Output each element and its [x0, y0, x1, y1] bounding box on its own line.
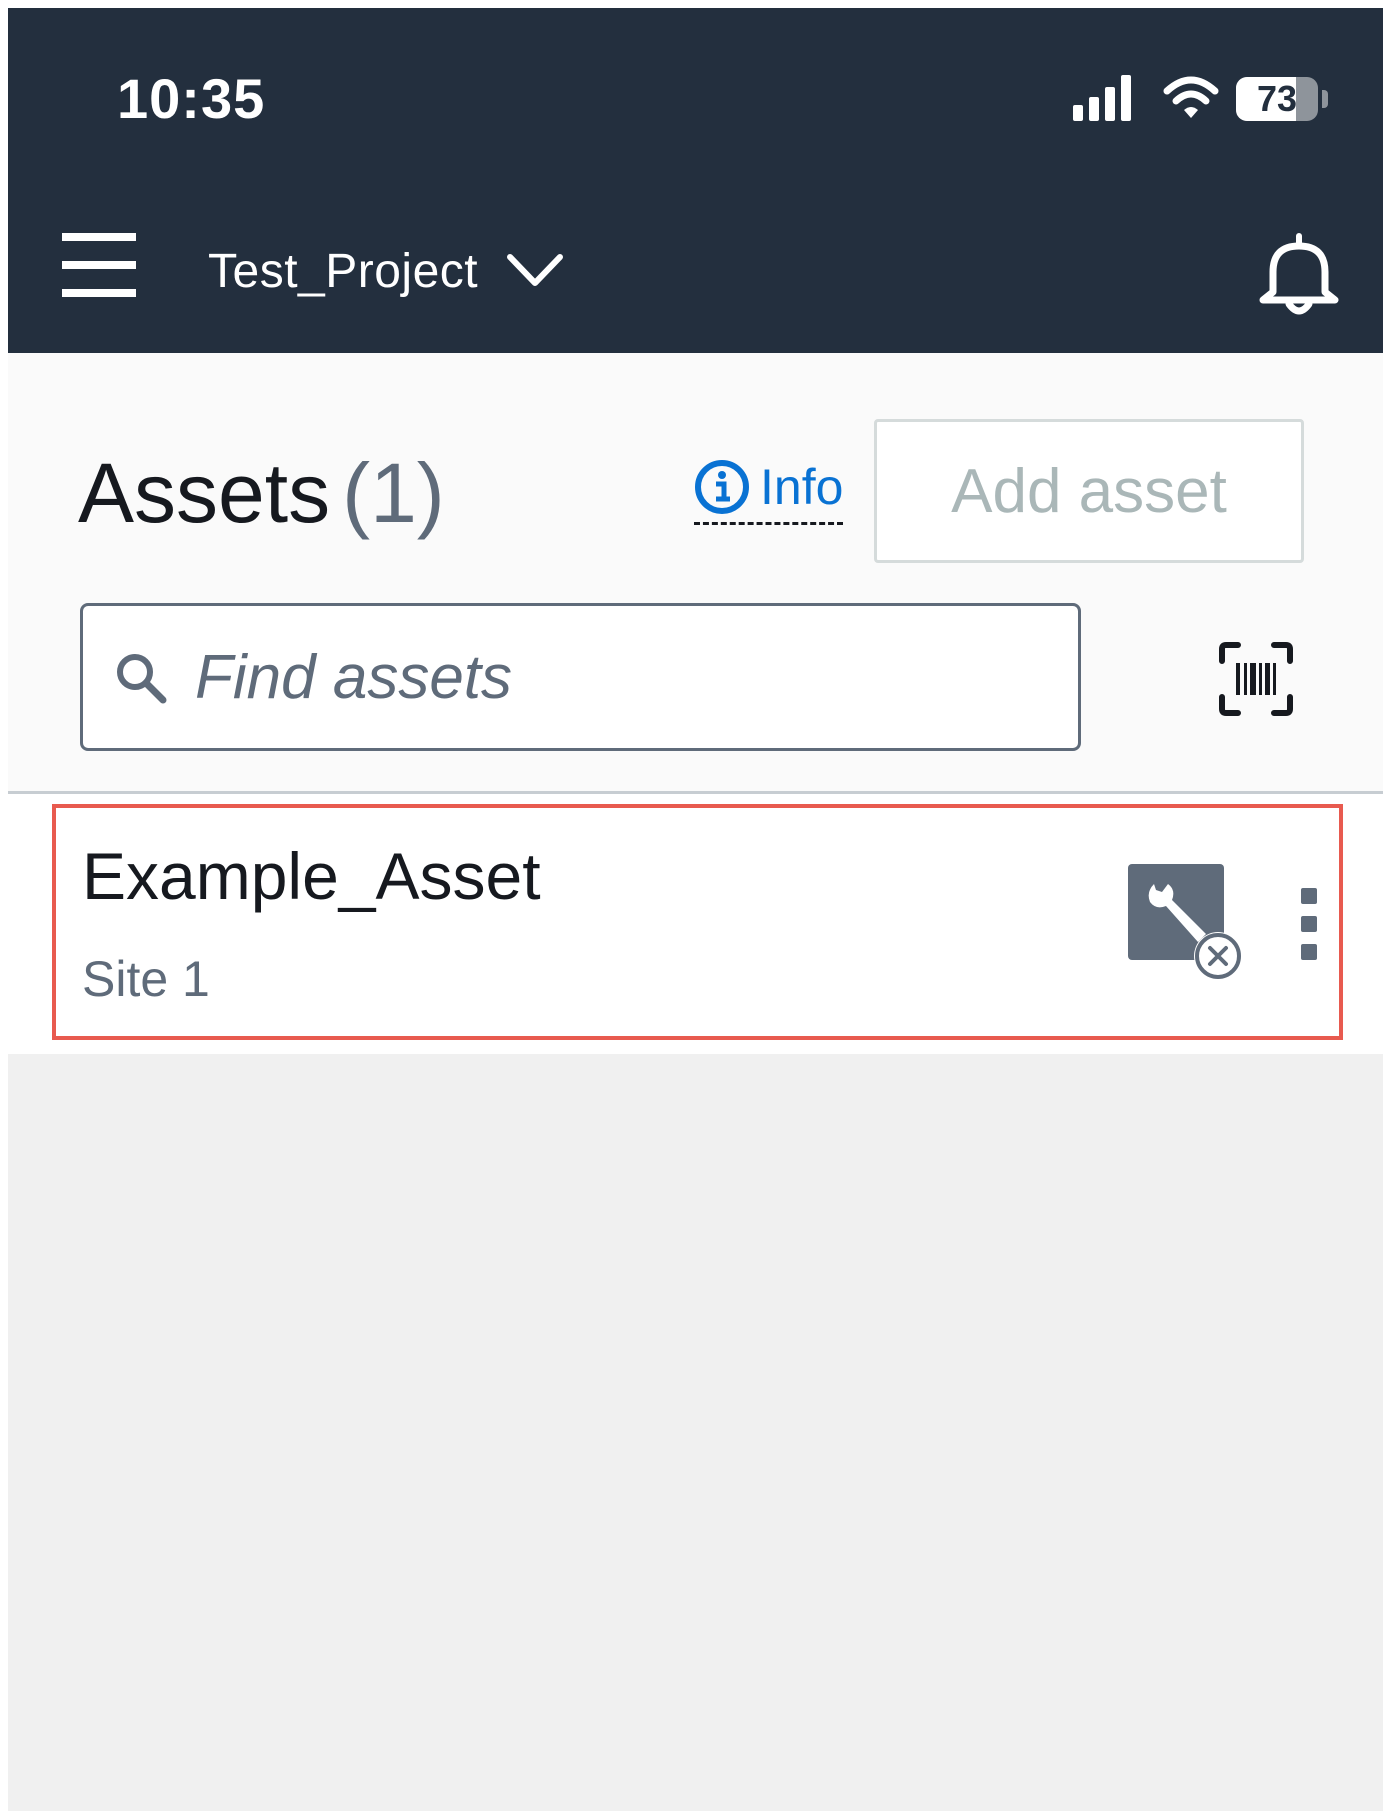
add-asset-button[interactable]: Add asset	[874, 419, 1304, 563]
list-item: Example_Asset Site 1	[8, 794, 1383, 1056]
wrench-disconnected-icon	[1128, 864, 1242, 980]
battery-icon: 73	[1236, 77, 1318, 121]
asset-name: Example_Asset	[82, 839, 541, 913]
more-options-icon[interactable]	[1294, 888, 1324, 960]
project-selector[interactable]: Test_Project	[208, 236, 564, 306]
app-screen: 10:35 73 Test_Project Assets (1) Info Ad…	[8, 8, 1383, 1811]
info-link[interactable]: Info	[694, 458, 844, 525]
barcode-scan-icon[interactable]	[1218, 641, 1294, 717]
signal-icon	[1073, 75, 1131, 121]
project-name: Test_Project	[208, 244, 479, 298]
asset-count: (1)	[342, 446, 445, 540]
wifi-icon	[1163, 76, 1219, 118]
search-input[interactable]	[193, 626, 1057, 728]
asset-card[interactable]: Example_Asset Site 1	[52, 804, 1343, 1040]
status-time: 10:35	[117, 67, 266, 130]
menu-icon[interactable]	[58, 233, 138, 303]
search-icon	[117, 654, 167, 704]
battery-percent: 73	[1256, 78, 1298, 119]
top-bar: 10:35 73 Test_Project	[8, 8, 1383, 353]
assets-header: Assets (1) Info Add asset	[8, 353, 1383, 794]
search-box[interactable]	[80, 603, 1081, 751]
page-title: Assets (1)	[78, 445, 445, 542]
chevron-down-icon	[507, 254, 564, 286]
bell-icon[interactable]	[1253, 228, 1345, 320]
info-label: Info	[760, 459, 844, 515]
battery-tip	[1322, 90, 1328, 108]
info-icon	[695, 460, 749, 514]
empty-list-area	[8, 1054, 1383, 1811]
asset-site: Site 1	[82, 951, 210, 1007]
page-title-text: Assets	[78, 446, 331, 540]
